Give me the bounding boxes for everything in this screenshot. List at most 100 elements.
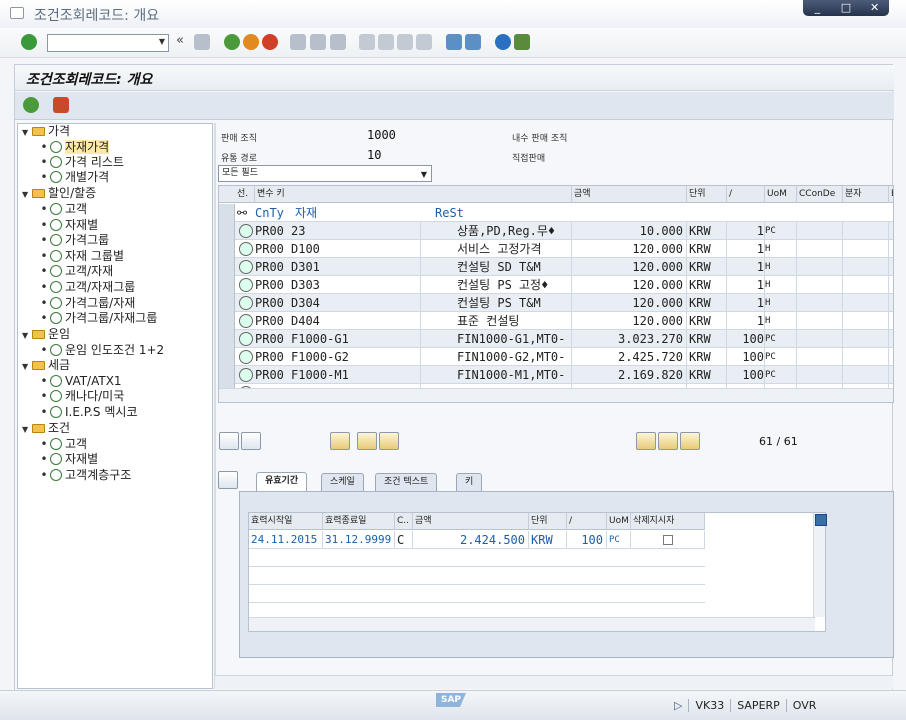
table-row[interactable] [249, 567, 705, 585]
cancel-icon[interactable] [262, 34, 278, 50]
table-row[interactable]: PR00 F1000-G1 FIN1000-G1,MT0- 3.023.270 KRW 1… [219, 330, 893, 348]
tree-item[interactable]: • 운임 인도조건 1+2 [38, 343, 164, 358]
find-next-button[interactable] [658, 432, 678, 450]
table-row[interactable]: 24.11.2015 31.12.9999 C 2.424.500 KRW 10… [249, 531, 705, 549]
tree-item[interactable]: • 고객계층구조 [38, 468, 131, 483]
tree-item[interactable]: • VAT/ATX1 [38, 374, 121, 389]
row-selector[interactable] [219, 240, 235, 258]
status-mode[interactable]: OVR [785, 698, 823, 712]
tree-item[interactable]: • 고객/자재 [38, 264, 113, 279]
row-selector[interactable] [219, 294, 235, 312]
help-icon[interactable] [495, 34, 511, 50]
detail-button[interactable] [219, 432, 239, 450]
next-page-icon[interactable] [397, 34, 413, 50]
first-page-icon[interactable] [359, 34, 375, 50]
magnifier-icon[interactable] [239, 314, 253, 328]
status-expand-icon[interactable]: ▷ [668, 699, 688, 712]
tree-folder-freight[interactable]: ▼ 운임 [22, 327, 70, 342]
filter-button[interactable] [680, 432, 700, 450]
table-row[interactable]: PR00 23 상품,PD,Reg.무♦ 10.000 KRW 1 PC [219, 222, 893, 240]
close-button[interactable]: ✕ [866, 1, 884, 15]
magnifier-icon[interactable] [239, 242, 253, 256]
export-button[interactable] [330, 432, 350, 450]
tree-item[interactable]: • 가격그룹/자재 [38, 296, 135, 311]
magnifier-icon[interactable] [239, 350, 253, 364]
vertical-scrollbar[interactable] [813, 513, 825, 617]
tab-condition-text[interactable]: 조건 텍스트 [375, 473, 438, 491]
table-row[interactable]: PR00 F1000-M1 FIN1000-M1,MT0- 2.169.820 KRW 1… [219, 366, 893, 384]
back-icon[interactable] [224, 34, 240, 50]
column-header[interactable]: 효력종료일 [323, 513, 395, 530]
tab-scale[interactable]: 스케일 [321, 473, 364, 491]
tree-item[interactable]: • 캐나다/미국 [38, 389, 124, 404]
tree-item[interactable]: • I.E.P.S 멕시코 [38, 405, 137, 420]
magnifier-icon[interactable] [239, 296, 253, 310]
column-header[interactable]: C.. [395, 513, 413, 530]
row-selector[interactable] [219, 204, 235, 222]
tab-validity[interactable]: 유효기간 [256, 472, 308, 492]
tree-item[interactable]: • 개별가격 [38, 170, 109, 185]
tree-item[interactable]: • 자재 그룹별 [38, 249, 124, 264]
field-select-dropdown[interactable]: 모든 필드 [218, 165, 432, 182]
column-header[interactable]: 단위 [529, 513, 567, 530]
column-header[interactable]: UoM [607, 513, 631, 530]
table-row[interactable] [249, 549, 705, 567]
row-selector[interactable] [219, 366, 235, 384]
maximize-button[interactable]: □ [837, 1, 855, 15]
table-row[interactable]: PR00 D301 컨설팅 SD T&M 120.000 KRW 1 H [219, 258, 893, 276]
deselect-button[interactable] [379, 432, 399, 450]
column-header[interactable]: CConDe [797, 186, 843, 203]
tree-item[interactable]: • 고객 [38, 202, 87, 217]
column-settings-icon[interactable] [815, 514, 827, 526]
column-header[interactable]: 삭제지시자 [631, 513, 705, 530]
select-all-button[interactable] [357, 432, 377, 450]
column-header[interactable]: 변수 키 [255, 186, 572, 203]
magnifier-icon[interactable] [239, 368, 253, 382]
column-header[interactable]: 선. [219, 186, 255, 203]
shortcut-icon[interactable] [465, 34, 481, 50]
column-header[interactable]: 금액 [572, 186, 687, 203]
tree-folder-tax[interactable]: ▼ 세금 [22, 358, 70, 373]
magnifier-icon[interactable] [239, 260, 253, 274]
tree-item[interactable]: • 고객 [38, 437, 87, 452]
tree-item[interactable]: • 고객/자재그룹 [38, 280, 135, 295]
magnifier-icon[interactable] [239, 278, 253, 292]
enter-icon[interactable] [21, 34, 37, 50]
print-icon[interactable] [290, 34, 306, 50]
tree-item[interactable]: • 가격 리스트 [38, 155, 124, 170]
horizontal-scrollbar[interactable] [219, 388, 893, 402]
minimize-button[interactable]: _ [808, 1, 826, 15]
horizontal-scrollbar[interactable] [215, 675, 893, 689]
save-icon[interactable] [194, 34, 210, 50]
column-header[interactable]: / [567, 513, 607, 530]
tree-item[interactable]: • 자재가격 [38, 140, 110, 155]
column-header[interactable]: 효력시작일 [249, 513, 323, 530]
new-session-icon[interactable] [446, 34, 462, 50]
column-header[interactable]: B [889, 186, 893, 203]
tree-folder-discount[interactable]: ▼ 할인/할증 [22, 186, 96, 201]
magnifier-icon[interactable] [239, 332, 253, 346]
table-row[interactable]: PR00 D404 표준 컨설팅 120.000 KRW 1 H [219, 312, 893, 330]
deletion-checkbox[interactable] [662, 535, 673, 545]
refresh-icon[interactable] [23, 97, 39, 113]
layout-menu-icon[interactable] [514, 34, 530, 50]
table-row[interactable]: PR00 D100 서비스 고정가격 120.000 KRW 1 H [219, 240, 893, 258]
column-header[interactable]: 단위 [687, 186, 727, 203]
previous-page-icon[interactable] [378, 34, 394, 50]
table-row[interactable]: PR00 F1000-G2 FIN1000-G2,MT0- 2.425.720 KRW 1… [219, 348, 893, 366]
tree-item[interactable]: • 가격그룹 [38, 233, 109, 248]
table-row[interactable]: PR00 D303 컨설팅 PS 고정♦ 120.000 KRW 1 H [219, 276, 893, 294]
tree-item[interactable]: • 자재별 [38, 452, 98, 467]
display-button[interactable] [241, 432, 261, 450]
exit-icon[interactable] [243, 34, 259, 50]
column-header[interactable]: / [727, 186, 765, 203]
magnifier-icon[interactable] [239, 224, 253, 238]
row-selector[interactable] [219, 348, 235, 366]
gift-icon[interactable] [53, 97, 69, 113]
tree-folder-price[interactable]: ▼ 가격 [22, 124, 70, 139]
splitter[interactable] [214, 123, 216, 689]
find-next-icon[interactable] [330, 34, 346, 50]
last-page-icon[interactable] [416, 34, 432, 50]
row-selector[interactable] [219, 330, 235, 348]
command-field[interactable] [47, 34, 169, 52]
